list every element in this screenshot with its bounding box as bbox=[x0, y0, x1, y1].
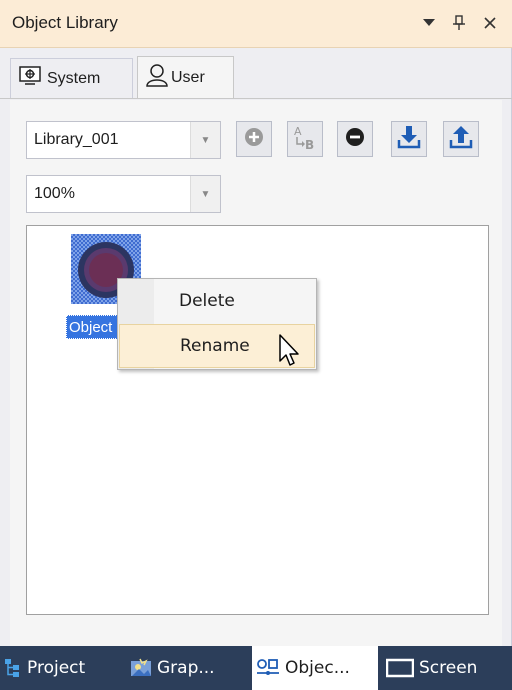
tab-graphics[interactable]: Grap... bbox=[126, 646, 250, 690]
menu-item-delete-label: Delete bbox=[179, 291, 235, 311]
menu-item-delete[interactable]: Delete bbox=[119, 280, 315, 324]
graphics-icon bbox=[130, 658, 152, 678]
zoom-select-value: 100% bbox=[34, 185, 75, 202]
tab-graphics-label: Grap... bbox=[157, 658, 215, 678]
library-select-value: Library_001 bbox=[34, 131, 119, 148]
dropdown-icon[interactable] bbox=[418, 12, 440, 34]
add-object-button[interactable] bbox=[236, 121, 272, 157]
user-icon bbox=[146, 63, 168, 92]
bottom-tab-bar: Project Grap... Objec... Screen bbox=[0, 646, 512, 690]
chevron-down-icon[interactable]: ▼ bbox=[190, 176, 220, 212]
tab-user-label: User bbox=[171, 68, 205, 86]
rename-object-button[interactable]: AB bbox=[287, 121, 323, 157]
library-select[interactable]: Library_001 ▼ bbox=[26, 121, 221, 159]
library-tabs: System User bbox=[0, 48, 512, 100]
svg-text:A: A bbox=[294, 125, 302, 138]
tabs-divider bbox=[0, 98, 512, 99]
tab-object-label: Objec... bbox=[285, 658, 350, 678]
export-button[interactable] bbox=[443, 121, 479, 157]
tab-project[interactable]: Project bbox=[0, 646, 124, 690]
panel-titlebar: Object Library bbox=[0, 0, 512, 48]
tab-user[interactable]: User bbox=[137, 56, 234, 98]
import-icon bbox=[397, 125, 421, 153]
export-icon bbox=[449, 125, 473, 153]
import-button[interactable] bbox=[391, 121, 427, 157]
close-icon[interactable] bbox=[479, 12, 501, 34]
chevron-down-icon[interactable]: ▼ bbox=[190, 122, 220, 158]
svg-text:B: B bbox=[305, 138, 314, 150]
tab-system[interactable]: System bbox=[10, 58, 133, 98]
tab-screen[interactable]: Screen bbox=[382, 646, 512, 690]
add-icon bbox=[244, 127, 264, 151]
zoom-select[interactable]: 100% ▼ bbox=[26, 175, 221, 213]
menu-item-rename-label: Rename bbox=[180, 336, 250, 356]
object-icon bbox=[256, 658, 280, 678]
tab-screen-label: Screen bbox=[419, 658, 478, 678]
remove-icon bbox=[345, 127, 365, 151]
rename-icon: AB bbox=[292, 124, 318, 154]
remove-object-button[interactable] bbox=[337, 121, 373, 157]
panel-title: Object Library bbox=[12, 13, 118, 32]
object-library-panel: Object Library System User Library_001 ▼… bbox=[0, 0, 512, 646]
tab-object[interactable]: Objec... bbox=[252, 646, 378, 690]
mouse-cursor-icon bbox=[278, 333, 302, 369]
tab-project-label: Project bbox=[27, 658, 86, 678]
project-icon bbox=[4, 658, 22, 678]
system-icon bbox=[19, 66, 41, 91]
pin-icon[interactable] bbox=[448, 12, 470, 34]
object-name-label[interactable]: Object bbox=[66, 315, 124, 339]
screen-icon bbox=[386, 658, 414, 678]
tab-system-label: System bbox=[47, 69, 101, 87]
